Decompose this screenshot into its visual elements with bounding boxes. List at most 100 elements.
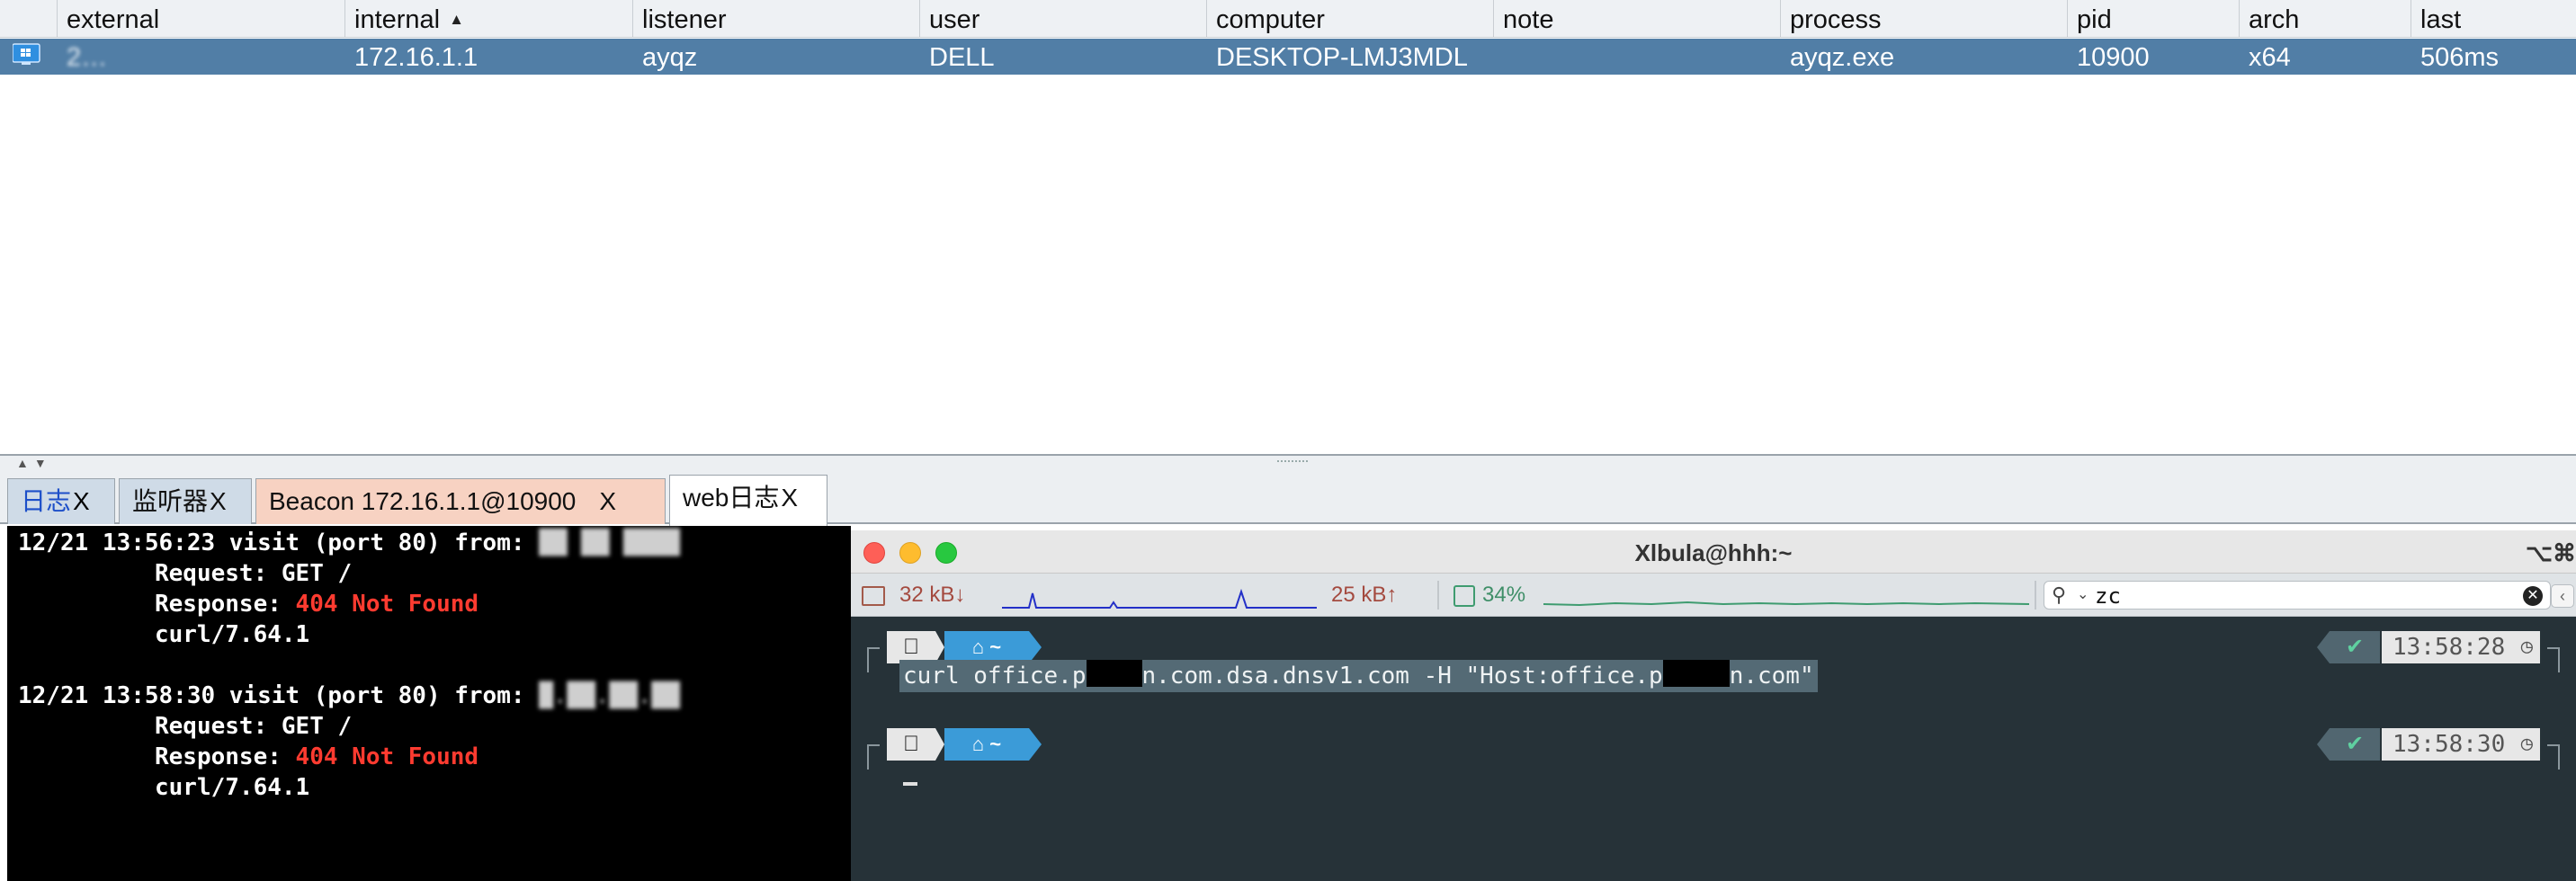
prompt-bracket-right (2547, 744, 2560, 770)
response-value: 404 Not Found (295, 591, 479, 618)
cell-pid: 10900 (2077, 43, 2150, 72)
home-directory-segment: ⌂ ~ (944, 631, 1042, 663)
log-entry-header: 12/21 13:56:23 visit (port 80) from: ██ … (18, 528, 851, 558)
tab-beacon[interactable]: Beacon 172.16.1.1@10900 X (255, 478, 666, 524)
redaction-bar (1662, 660, 1730, 687)
log-entry-header: 12/21 13:58:30 visit (port 80) from: █.█… (18, 681, 851, 711)
windows-icon (12, 43, 40, 65)
column-header-process[interactable]: process (1781, 0, 2068, 38)
cell-computer: DESKTOP-LMJ3MDL (1216, 43, 1468, 72)
tab-close-button[interactable]: X (73, 487, 90, 515)
request-value: GET / (281, 560, 353, 587)
search-input[interactable]: zc (2095, 583, 2121, 609)
column-header-pid[interactable]: pid (2068, 0, 2240, 38)
column-header-note[interactable]: note (1494, 0, 1781, 38)
clock-icon: ◷ (2520, 733, 2533, 755)
tab-log[interactable]: 日志X (7, 478, 115, 524)
cell-internal: 172.16.1.1 (354, 43, 479, 72)
clock-icon: ◷ (2520, 636, 2533, 658)
log-agent-line: curl/7.64.1 (18, 772, 851, 803)
status-separator (1437, 581, 1439, 610)
tab-close-button[interactable]: X (781, 484, 798, 512)
redaction-bar (1086, 660, 1142, 687)
network-sparkline (1002, 588, 1317, 609)
log-request-line: Request: GET / (18, 711, 851, 742)
terminal-window[interactable]: Xlbula@hhh:~ ⌥⌘ 32 kB↓ 25 kB↑ 34% ⚲ ⌄ zc… (851, 530, 2576, 881)
request-label: Request: (155, 560, 268, 587)
user-agent: curl/7.64.1 (155, 774, 310, 801)
timestamp-text: 13:58:28 (2393, 634, 2506, 661)
column-label: external (67, 5, 160, 34)
cpu-icon (1453, 585, 1475, 607)
prompt-bracket-right (2547, 647, 2560, 672)
tab-close-button[interactable]: X (210, 487, 227, 515)
log-response-line: Response: 404 Not Found (18, 589, 851, 619)
splitter-grip-icon[interactable] (1277, 460, 1308, 466)
terminal-titlebar[interactable]: Xlbula@hhh:~ ⌥⌘ (851, 530, 2576, 574)
network-icon (862, 586, 885, 606)
status-separator (2035, 581, 2036, 610)
column-label: computer (1216, 5, 1325, 34)
tab-bar: 日志X 监听器X Beacon 172.16.1.1@10900 X web日志X (0, 472, 2576, 526)
command-line[interactable]: curl office.p n.com.dsa.dnsv1.com -H "Hos… (899, 660, 1818, 692)
home-icon: ⌂ (971, 733, 985, 755)
splitter-arrows-icon[interactable]: ▲▼ (16, 456, 52, 470)
log-response-line: Response: 404 Not Found (18, 742, 851, 772)
text-cursor (903, 782, 917, 786)
table-header: external internal ▲ listener user compute… (0, 0, 2576, 38)
pane-splitter[interactable]: ▲▼ (0, 456, 2576, 472)
column-header-listener[interactable]: listener (633, 0, 920, 38)
column-header-computer[interactable]: computer (1207, 0, 1494, 38)
column-header-user[interactable]: user (920, 0, 1207, 38)
column-header-last[interactable]: last (2411, 0, 2576, 38)
row-icon-cell (0, 39, 58, 75)
success-check-icon: ✔ (2317, 631, 2380, 663)
tab-web-log[interactable]: web日志X (669, 475, 827, 526)
apple-icon:  (887, 631, 944, 663)
tab-close-button[interactable]: X (599, 487, 616, 515)
cell-note (1494, 39, 1781, 75)
response-label: Response: (155, 591, 282, 618)
tab-label: Beacon 172.16.1.1@10900 (269, 487, 577, 515)
prompt-bracket-left (867, 744, 880, 770)
user-agent: curl/7.64.1 (155, 621, 310, 648)
terminal-title: Xlbula@hhh:~ (1634, 539, 1793, 566)
home-icon: ⌂ (971, 636, 985, 658)
terminal-search-field[interactable]: ⚲ ⌄ zc ✕ (2044, 581, 2551, 610)
table-row[interactable]: 2… 172.16.1.1 ayqz DELL DESKTOP-LMJ3MDL … (0, 39, 2576, 75)
command-text: n.com.dsa.dnsv1.com -H "Host:office.p (1141, 663, 1663, 690)
prompt-timestamp: 13:58:28 ◷ (2382, 631, 2540, 663)
command-text: n.com" (1729, 663, 1814, 690)
column-header-arch[interactable]: arch (2240, 0, 2411, 38)
cell-user: DELL (929, 43, 995, 72)
column-label: arch (2249, 5, 2300, 34)
response-value: 404 Not Found (295, 743, 479, 770)
terminal-status-bar: 32 kB↓ 25 kB↑ 34% ⚲ ⌄ zc ✕ ‹ (851, 574, 2576, 617)
request-value: GET / (281, 713, 353, 740)
tab-listeners[interactable]: 监听器X (119, 478, 252, 524)
clear-search-icon[interactable]: ✕ (2523, 586, 2543, 606)
cpu-usage: 34% (1482, 583, 1526, 607)
home-directory-segment: ⌂ ~ (944, 728, 1042, 761)
source-ip-obscured: ██ ██ ████ (539, 529, 680, 556)
column-header-icon[interactable] (0, 0, 58, 38)
response-label: Response: (155, 743, 282, 770)
chevron-down-icon[interactable]: ⌄ (2077, 585, 2089, 603)
cell-process: ayqz.exe (1790, 43, 1895, 72)
cell-arch: x64 (2249, 43, 2291, 72)
search-icon[interactable]: ⚲ (2052, 583, 2066, 607)
column-header-internal[interactable]: internal ▲ (345, 0, 633, 38)
column-label: pid (2077, 5, 2112, 34)
current-directory: ~ (989, 636, 1002, 658)
web-log-console[interactable]: 12/21 13:56:23 visit (port 80) from: ██ … (7, 526, 851, 881)
column-header-external[interactable]: external (58, 0, 345, 38)
session-table: external internal ▲ listener user compute… (0, 0, 2576, 456)
collapse-panel-button[interactable]: ‹ (2551, 584, 2574, 608)
cpu-sparkline (1543, 601, 2029, 607)
command-text: curl office.p (903, 663, 1087, 690)
column-label: user (929, 5, 980, 34)
tab-label: 日志 (21, 487, 72, 515)
cell-last: 506ms (2420, 43, 2500, 72)
tab-label: 监听器 (132, 487, 209, 515)
external-ip-obscured: 2… (67, 43, 108, 72)
